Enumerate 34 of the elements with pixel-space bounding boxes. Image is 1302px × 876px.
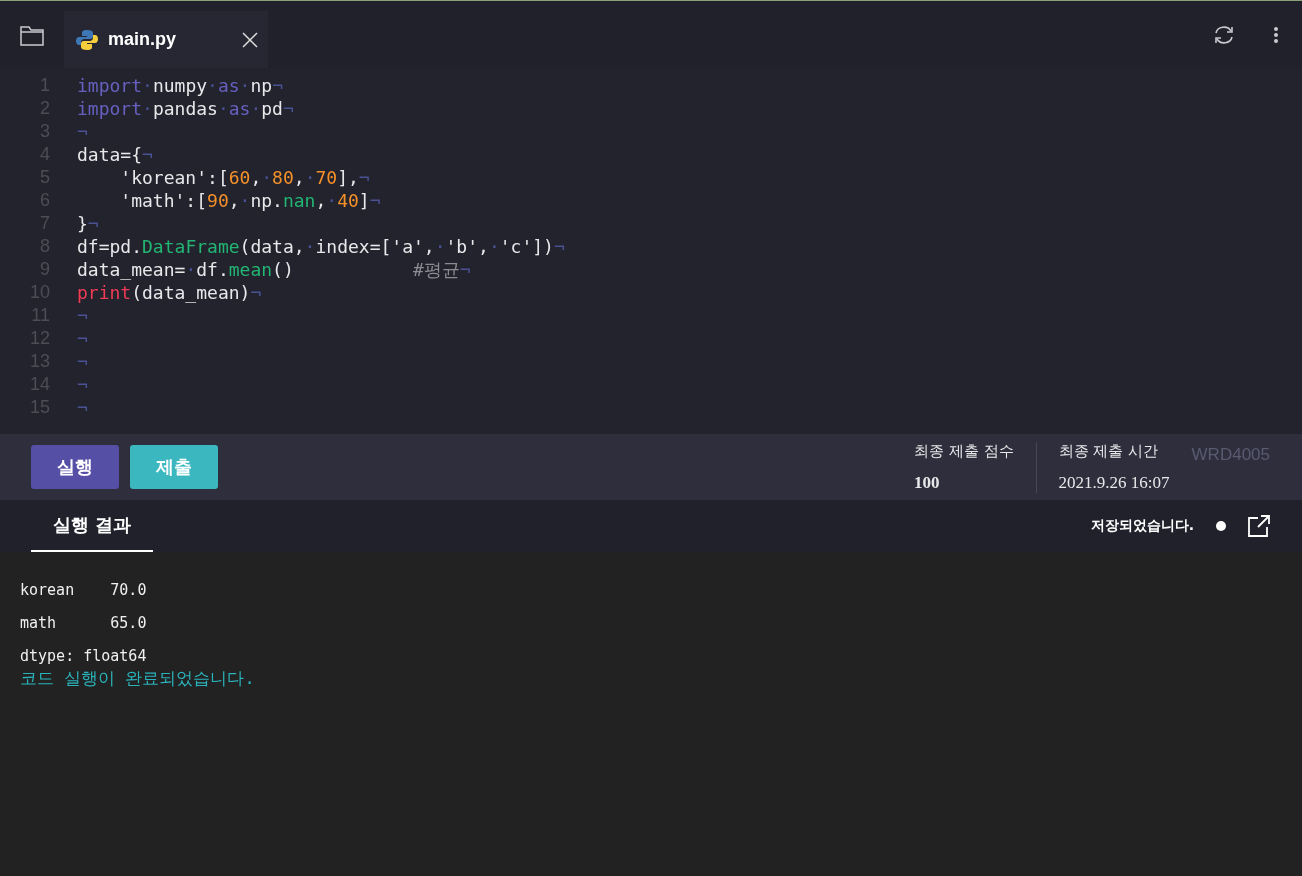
python-icon bbox=[76, 28, 98, 51]
code-line: import·numpy·as·np¬ bbox=[77, 75, 283, 96]
folder-icon[interactable] bbox=[20, 23, 44, 46]
code-line: ¬ bbox=[77, 121, 88, 142]
stat-value: 100 bbox=[914, 472, 941, 493]
code-line: data_mean=·df.mean() #평균¬ bbox=[77, 257, 471, 282]
close-icon[interactable] bbox=[242, 31, 258, 48]
stat-label: 최종 제출 시간 bbox=[1058, 441, 1160, 461]
code-line: data={¬ bbox=[77, 144, 153, 165]
save-status: 저장되었습니다. bbox=[1090, 517, 1194, 535]
output-line: korean 70.0 bbox=[20, 580, 148, 601]
output-line: dtype: float64 bbox=[20, 646, 148, 667]
refresh-icon[interactable] bbox=[1213, 24, 1235, 45]
code-line: import·pandas·as·pd¬ bbox=[77, 98, 294, 119]
code-line: df=pd.DataFrame(data,·index=['a',·'b',·'c'])¬ bbox=[77, 236, 565, 257]
more-icon[interactable] bbox=[1273, 25, 1279, 44]
status-message: 코드 실행이 완료되었습니다. bbox=[20, 667, 256, 690]
output-line: math 65.0 bbox=[20, 613, 148, 634]
status-dot-icon bbox=[1216, 521, 1226, 531]
run-button[interactable]: 실행 bbox=[31, 445, 119, 489]
code-line: ¬ bbox=[77, 374, 88, 395]
code-line: 'math':[90,·np.nan,·40]¬ bbox=[119, 190, 381, 211]
code-line: 'korean':[60,·80,·70],¬ bbox=[119, 167, 370, 188]
code-line: ¬ bbox=[77, 305, 88, 326]
result-tab[interactable]: 실행 결과 bbox=[31, 500, 153, 552]
stat-value: 2021.9.26 16:07 bbox=[1058, 472, 1170, 493]
code-line: }¬ bbox=[77, 213, 99, 234]
external-link-icon[interactable] bbox=[1248, 515, 1270, 537]
code-line: print(data_mean)¬ bbox=[77, 282, 262, 303]
code-line: ¬ bbox=[77, 351, 88, 372]
file-tab[interactable]: main.py bbox=[64, 11, 268, 68]
code-line: ¬ bbox=[77, 328, 88, 349]
stat-label: 최종 제출 점수 bbox=[914, 441, 1014, 461]
code-line: ¬ bbox=[77, 397, 88, 418]
